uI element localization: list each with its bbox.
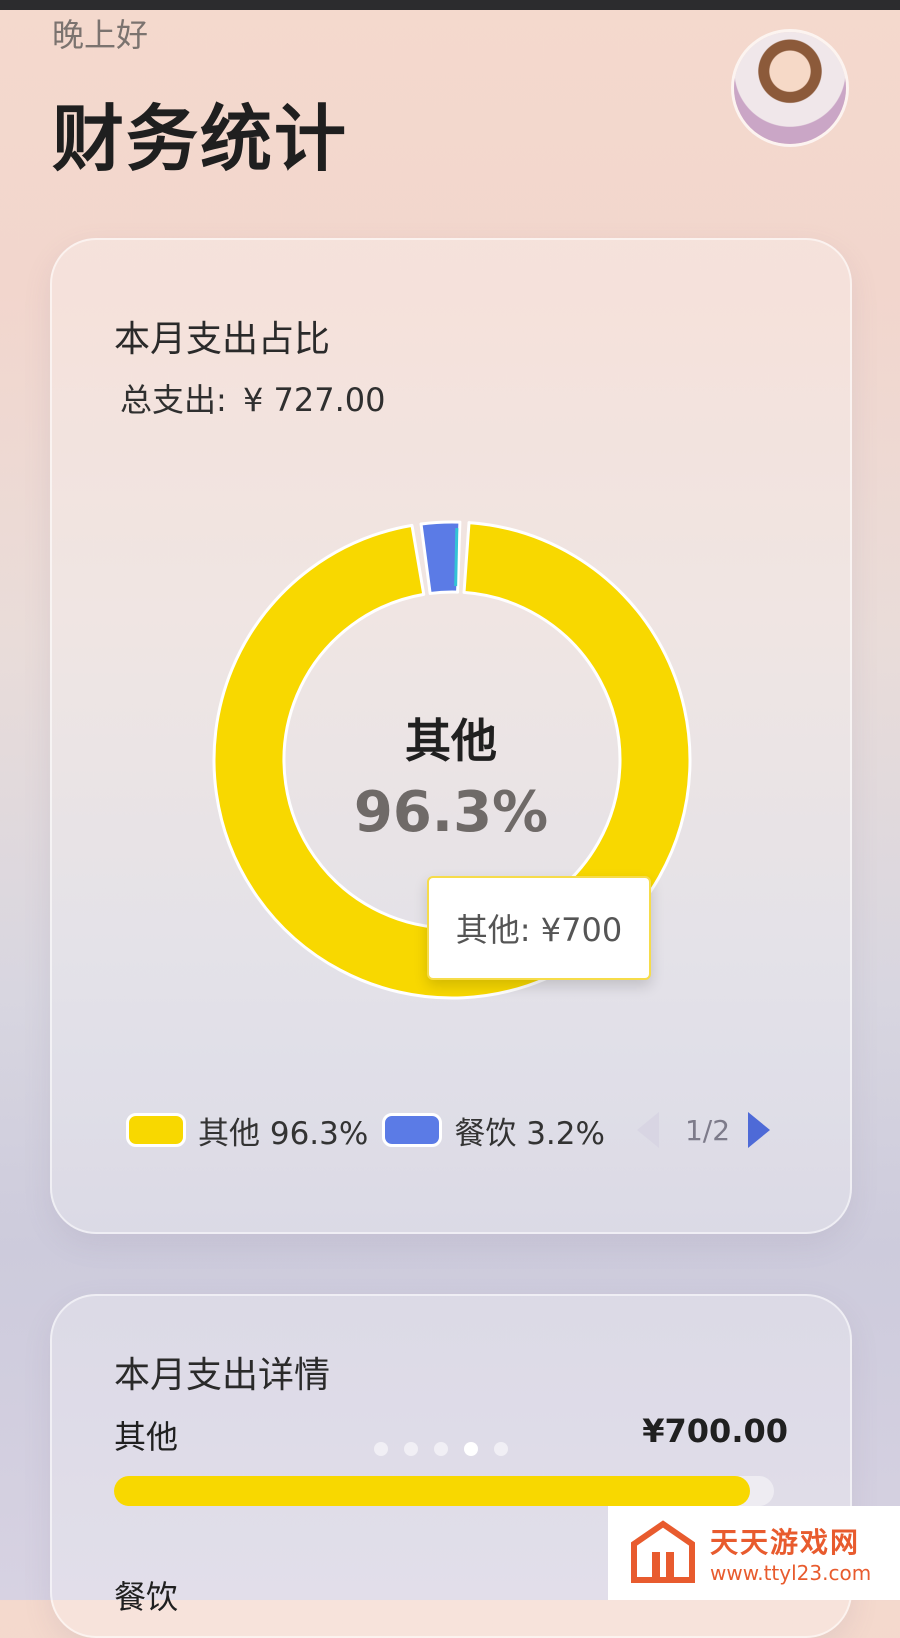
watermark-logo-icon (631, 1520, 695, 1583)
chart-tooltip: 其他: ¥700 (427, 876, 651, 980)
watermark-url: www.ttyl23.com (710, 1561, 872, 1585)
detail-progress-fill (114, 1476, 750, 1506)
donut-center-value: 96.3% (353, 780, 549, 845)
avatar[interactable] (734, 32, 846, 144)
total-expense-value: ¥ 727.00 (242, 381, 386, 419)
legend-swatch-other[interactable] (126, 1113, 186, 1147)
legend-item-other[interactable]: 其他 96.3% (198, 1108, 368, 1153)
watermark: 天天游戏网 www.ttyl23.com (608, 1506, 900, 1600)
expense-detail-title: 本月支出详情 (114, 1355, 331, 1396)
total-expense: 总支出: ¥ 727.00 (114, 375, 385, 421)
status-bar (0, 0, 900, 10)
expense-ratio-title: 本月支出占比 (114, 319, 331, 360)
donut-slice-餐饮[interactable] (419, 520, 462, 595)
detail-progress-track (114, 1476, 774, 1506)
detail-row-amount: ¥700.00 (642, 1412, 788, 1450)
carousel-dot[interactable] (434, 1442, 448, 1456)
page-title: 财务统计 (52, 97, 349, 181)
detail-row-label: 其他 (114, 1418, 179, 1456)
watermark-name: 天天游戏网 (710, 1526, 861, 1559)
legend-page-indicator: 1/2 (684, 1113, 731, 1147)
chart-legend: 其他 96.3% 餐饮 3.2% 1/2 (126, 1108, 771, 1153)
carousel-dot[interactable] (494, 1442, 508, 1456)
carousel-dot[interactable] (374, 1442, 388, 1456)
donut-slice-divider (454, 528, 459, 587)
carousel-dot[interactable] (464, 1442, 478, 1456)
carousel-dots[interactable] (374, 1442, 508, 1456)
legend-item-food[interactable]: 餐饮 3.2% (454, 1108, 605, 1153)
legend-next-page-icon[interactable] (748, 1112, 771, 1148)
expense-ratio-card: 本月支出占比 总支出: ¥ 727.00 其他 96.3% 其他: ¥700 其… (50, 238, 852, 1234)
donut-center-label: 其他 (405, 714, 497, 768)
total-expense-label: 总支出: (120, 381, 227, 419)
greeting-text: 晚上好 (52, 16, 149, 54)
carousel-dot[interactable] (404, 1442, 418, 1456)
legend-prev-page-icon[interactable] (636, 1112, 659, 1148)
legend-swatch-food[interactable] (382, 1113, 443, 1147)
detail-next-item: 餐饮 (114, 1578, 179, 1616)
